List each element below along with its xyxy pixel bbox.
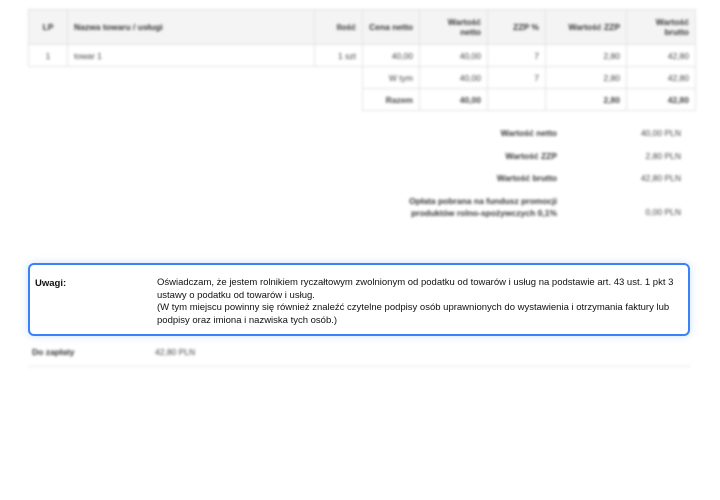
- cell-net-price: 40,00: [362, 44, 420, 67]
- wtym-label: W tym: [362, 66, 420, 89]
- col-header-net-value: Wartość netto: [419, 9, 488, 45]
- col-header-gross-line2: brutto: [664, 27, 689, 37]
- notes-field[interactable]: Uwagi: Oświadczam, że jestem rolnikiem r…: [28, 263, 690, 336]
- cell-net-value: 40,00: [419, 44, 488, 67]
- razem-rate: [487, 88, 546, 111]
- cell-qty: 1 szt: [314, 44, 363, 67]
- summary-tax-label: Wartość ZZP: [505, 151, 557, 161]
- notes-line-4: podpisy oraz imiona i nazwiska tych osób…: [157, 314, 338, 326]
- summary-net-row: Wartość netto 40,00 PLN: [387, 128, 681, 138]
- col-header-lp: LP: [28, 9, 68, 45]
- notes-label: Uwagi:: [35, 278, 67, 289]
- summary-fund-label-line2: produktów rolno-spożywczych 0,1%: [411, 208, 557, 218]
- col-header-gross: Wartość brutto: [626, 9, 696, 45]
- notes-text[interactable]: Oświadczam, że jestem rolnikiem ryczałto…: [157, 277, 677, 327]
- col-header-tax-value: Wartość ZZP: [545, 9, 627, 45]
- notes-line-1: Oświadczam, że jestem rolnikiem ryczałto…: [157, 277, 674, 288]
- wtym-row: W tym 40,00 7 2,80 42,80: [29, 66, 696, 89]
- table-row: 1 towar 1 1 szt 40,00 40,00 7 2,80 42,80: [28, 44, 696, 67]
- items-table: LP Nazwa towaru / usługi Ilość Cena nett…: [28, 9, 696, 111]
- cell-rate: 7: [487, 44, 546, 67]
- summary-gross-row: Wartość brutto 42,80 PLN: [387, 173, 681, 183]
- summary-tax-row: Wartość ZZP 2,80 PLN: [387, 151, 681, 161]
- razem-gross: 42,80: [626, 88, 696, 111]
- notes-line-2: ustawy o podatku od towarów i usług.: [157, 289, 315, 301]
- table-header-row: LP Nazwa towaru / usługi Ilość Cena nett…: [28, 9, 696, 45]
- razem-label: Razem: [362, 88, 420, 111]
- col-header-net-price: Cena netto: [362, 9, 420, 45]
- summary-gross-value: 42,80 PLN: [640, 173, 681, 183]
- payment-label: Do zapłaty: [32, 347, 75, 357]
- cell-lp: 1: [28, 44, 68, 67]
- wtym-rate: 7: [487, 66, 546, 89]
- summary-fund-label-line1: Opłata pobrana na fundusz promocji: [409, 196, 557, 206]
- summary-fund-label: Opłata pobrana na fundusz promocji produ…: [387, 195, 611, 219]
- razem-net-value: 40,00: [419, 88, 488, 111]
- summary-tax-value: 2,80 PLN: [645, 151, 681, 161]
- cell-name: towar 1: [67, 44, 315, 67]
- payment-value: 42,80 PLN: [155, 347, 196, 357]
- wtym-gross: 42,80: [626, 66, 696, 89]
- wtym-tax-value: 2,80: [545, 66, 627, 89]
- summary-net-value: 40,00 PLN: [640, 128, 681, 138]
- summary-gross-label: Wartość brutto: [496, 173, 557, 183]
- razem-row: Razem 40,00 2,80 42,80: [29, 88, 696, 111]
- summary-fund-value: 0,00 PLN: [645, 207, 681, 217]
- payment-row: Do zapłaty 42,80 PLN: [28, 340, 690, 367]
- razem-tax-value: 2,80: [545, 88, 627, 111]
- wtym-net-value: 40,00: [419, 66, 488, 89]
- summary-net-label: Wartość netto: [500, 128, 557, 138]
- col-header-gross-line1: Wartość: [655, 17, 689, 27]
- cell-tax-value: 2,80: [545, 44, 627, 67]
- cell-gross: 42,80: [626, 44, 696, 67]
- col-header-name: Nazwa towaru / usługi: [67, 9, 315, 45]
- summary-fund-row: Opłata pobrana na fundusz promocji produ…: [387, 195, 681, 219]
- col-header-rate: ZZP %: [487, 9, 546, 45]
- notes-line-3: (W tym miejscu powinny się również znale…: [157, 302, 670, 313]
- invoice-document: LP Nazwa towaru / usługi Ilość Cena nett…: [0, 0, 720, 500]
- col-header-qty: Ilość: [314, 9, 363, 45]
